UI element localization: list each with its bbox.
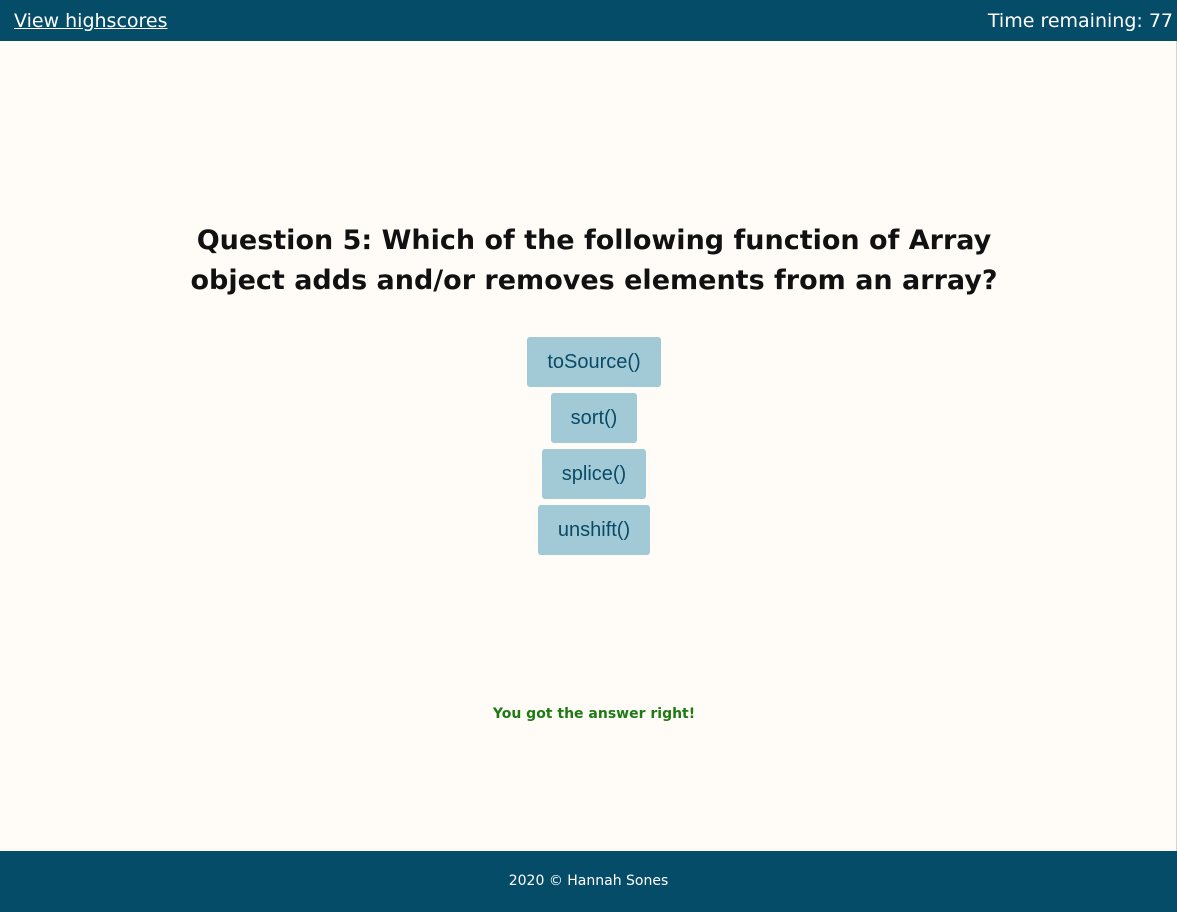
- answer-feedback: You got the answer right!: [492, 706, 696, 722]
- copyright-text: 2020 © Hannah Sones: [508, 873, 669, 889]
- view-highscores-link[interactable]: View highscores: [14, 10, 168, 32]
- answer-button-tosource[interactable]: toSource(): [527, 337, 661, 387]
- answer-button-unshift[interactable]: unshift(): [537, 505, 651, 555]
- answer-list: toSource() sort() splice() unshift(): [0, 337, 1177, 561]
- footer-bar: 2020 © Hannah Sones: [0, 851, 1177, 912]
- answer-button-splice[interactable]: splice(): [541, 449, 647, 499]
- header-bar: View highscores Time remaining: 77: [0, 0, 1177, 41]
- time-remaining-label: Time remaining: 77: [987, 10, 1173, 32]
- question-text: Question 5: Which of the following funct…: [190, 225, 998, 296]
- answer-button-sort[interactable]: sort(): [550, 393, 638, 443]
